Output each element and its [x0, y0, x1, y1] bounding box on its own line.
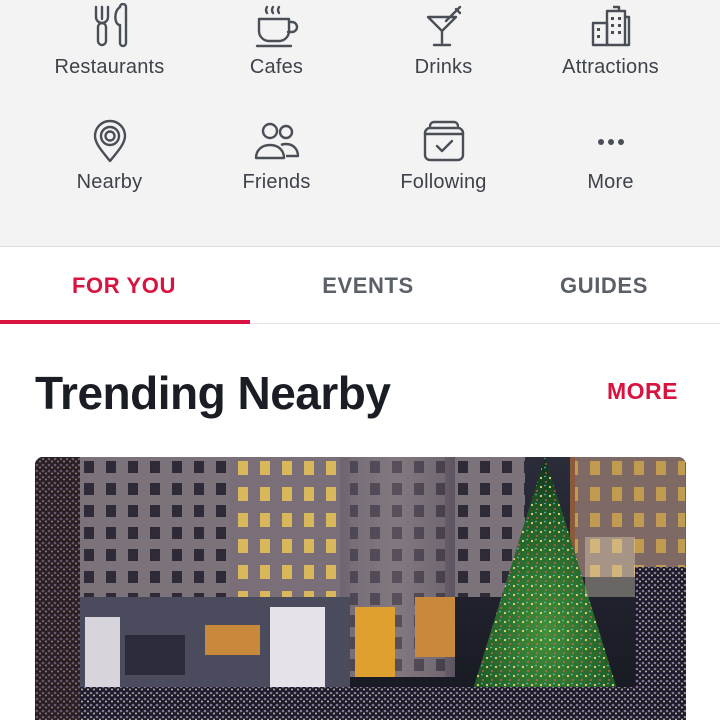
tab-events[interactable]: EVENTS [248, 248, 488, 324]
people-icon [254, 122, 299, 160]
christmas-tree-plaza-photo [35, 457, 686, 720]
coffee-cup-icon [255, 5, 298, 48]
category-following[interactable]: Following [360, 118, 527, 213]
category-restaurants[interactable]: Restaurants [26, 3, 193, 98]
category-grid: Restaurants Cafes Drinks Attractions Nea… [0, 0, 720, 247]
category-cafes[interactable]: Cafes [193, 3, 360, 98]
tab-bar: FOR YOU EVENTS GUIDES [0, 248, 720, 324]
location-pin-icon [93, 119, 126, 163]
category-nearby[interactable]: Nearby [26, 118, 193, 213]
trending-card[interactable] [35, 457, 686, 720]
more-dots-icon [597, 139, 624, 145]
category-label: Nearby [76, 171, 143, 193]
category-label: Friends [242, 171, 311, 193]
category-label: Attractions [562, 56, 659, 78]
category-label: Cafes [249, 56, 304, 78]
category-drinks[interactable]: Drinks [360, 3, 527, 98]
category-label: Following [400, 171, 487, 193]
more-link[interactable]: MORE [607, 378, 678, 405]
category-friends[interactable]: Friends [193, 118, 360, 213]
category-label: Restaurants [54, 56, 165, 78]
category-more[interactable]: More [527, 118, 694, 213]
section-title: Trending Nearby [35, 367, 391, 419]
tab-for-you[interactable]: FOR YOU [0, 248, 248, 324]
category-label: Drinks [414, 56, 473, 78]
tab-guides[interactable]: GUIDES [488, 248, 720, 324]
bookmark-check-icon [423, 120, 464, 162]
fork-knife-icon [94, 3, 127, 48]
active-tab-indicator [0, 320, 250, 324]
category-attractions[interactable]: Attractions [527, 3, 694, 98]
category-label: More [587, 171, 634, 193]
cocktail-glass-icon [426, 5, 461, 47]
city-buildings-icon [591, 5, 630, 47]
